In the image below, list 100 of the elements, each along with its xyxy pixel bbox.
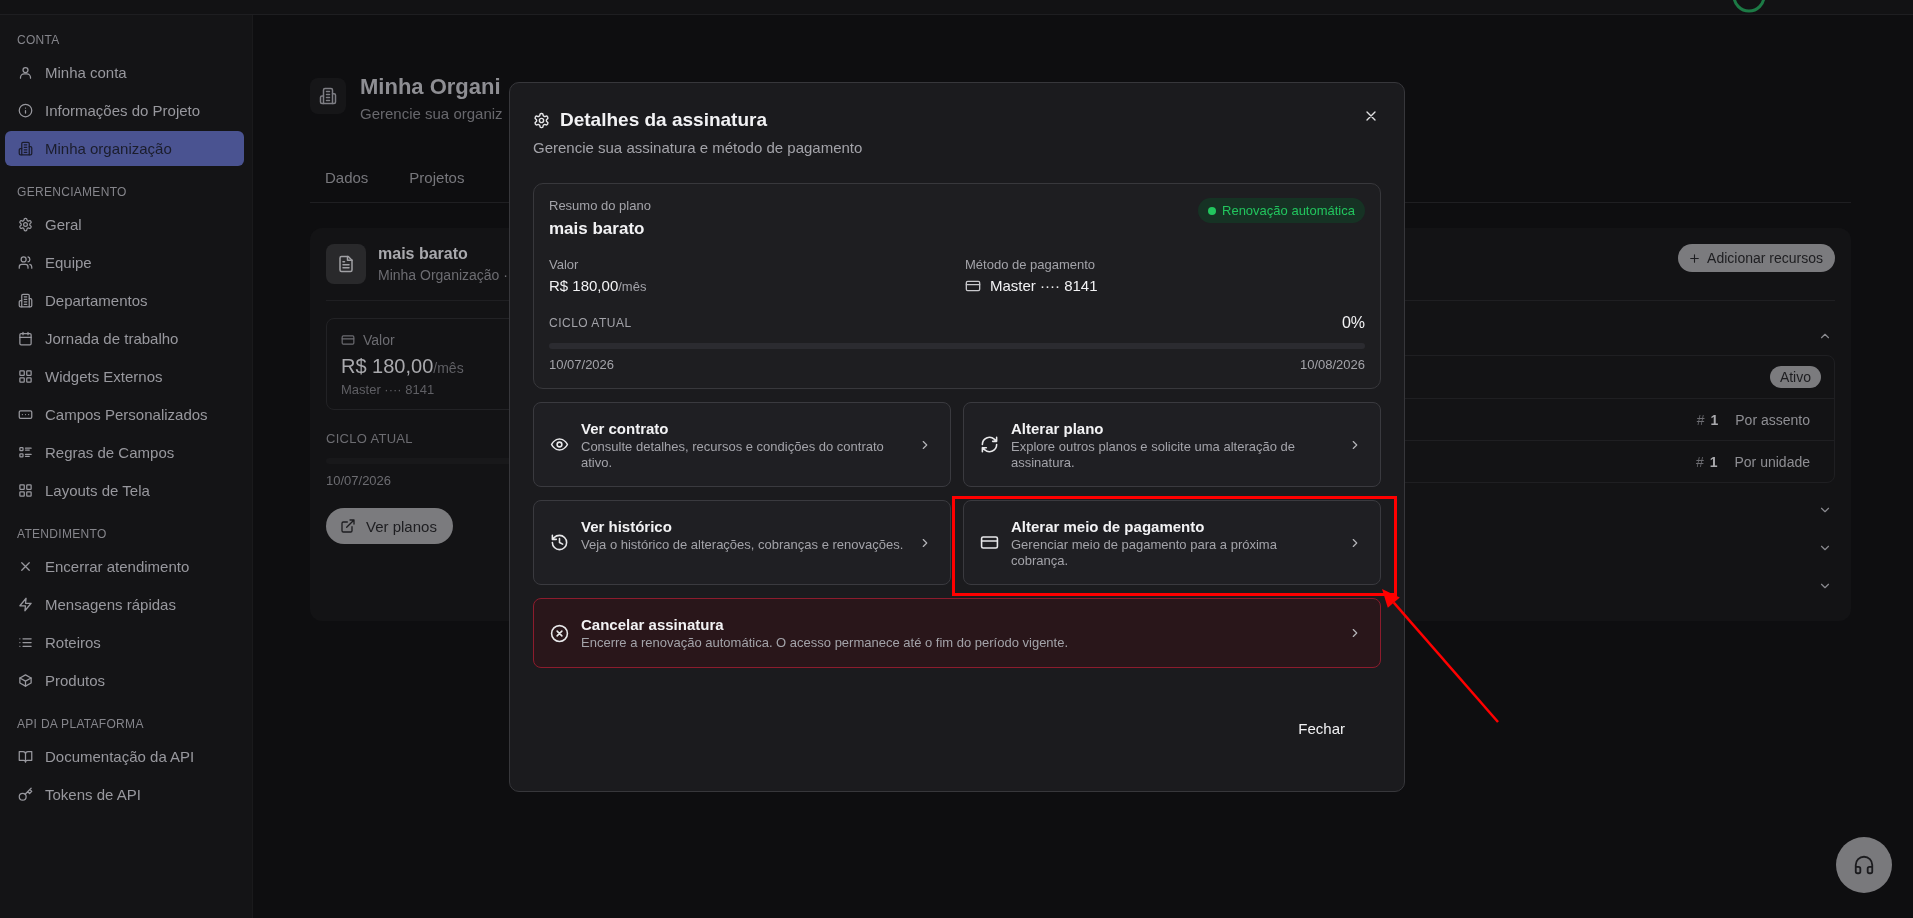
sidebar-item[interactable]: Campos Personalizados bbox=[5, 397, 244, 432]
settings-icon bbox=[533, 111, 550, 129]
close-dialog-button[interactable]: Fechar bbox=[1278, 710, 1365, 746]
action-title: Ver contrato bbox=[581, 419, 670, 439]
user-icon bbox=[18, 65, 33, 80]
page-subtitle: Gerencie sua organiz bbox=[360, 104, 503, 124]
quantity-symbol: # bbox=[1696, 411, 1705, 428]
history-icon bbox=[550, 533, 569, 552]
building-icon bbox=[18, 141, 33, 156]
action-title: Alterar meio de pagamento bbox=[1011, 517, 1206, 537]
box-icon bbox=[18, 673, 33, 688]
action-card[interactable]: Ver histórico Veja o histórico de alterações, cobranças e renovações. bbox=[533, 500, 951, 585]
calendar-icon bbox=[18, 331, 33, 346]
cycle-label: CICLO ATUAL bbox=[326, 431, 413, 447]
status-label: Renovação automática bbox=[1222, 203, 1355, 218]
sidebar-item[interactable]: Equipe bbox=[5, 245, 244, 280]
building-icon bbox=[310, 78, 346, 114]
section-heading: API DA PLATAFORMA bbox=[17, 716, 144, 732]
section-heading: ATENDIMENTO bbox=[17, 526, 107, 542]
lightning-icon bbox=[18, 597, 33, 612]
text-field-icon bbox=[18, 407, 33, 422]
credit-card-icon bbox=[980, 533, 999, 552]
sidebar-item[interactable]: Informações do Projeto bbox=[5, 93, 244, 128]
grid-icon bbox=[18, 369, 33, 384]
quantity-value: 1 bbox=[1709, 453, 1718, 470]
external-link-icon bbox=[340, 518, 356, 534]
payment-method: Master ···· 8141 bbox=[990, 276, 1098, 296]
action-description: Consulte detalhes, recursos e condições do contrato ativo. bbox=[581, 439, 885, 471]
dialog-title: Detalhes da assinatura bbox=[560, 108, 767, 132]
settings-icon bbox=[18, 217, 33, 232]
cycle-end-date: 10/08/2026 bbox=[1299, 357, 1365, 373]
summary-label: Resumo do plano bbox=[549, 198, 651, 214]
billing-type: Por assento bbox=[1735, 411, 1810, 428]
price: R$ 180,00 bbox=[549, 276, 619, 296]
section-heading: GERENCIAMENTO bbox=[17, 184, 127, 200]
eye-icon bbox=[550, 435, 569, 454]
quantity-value: 1 bbox=[1710, 411, 1719, 428]
value-label: Valor bbox=[549, 257, 579, 273]
action-description: Encerre a renovação automática. O acesso permanece até o fim do período vigente. bbox=[581, 635, 1070, 651]
credit-card-icon bbox=[965, 278, 981, 294]
cancel-card[interactable]: Cancelar assinatura Encerre a renovação automática. O acesso permanece até o fim do período vigente. bbox=[533, 598, 1381, 668]
payment-method: Master ···· 8141 bbox=[341, 382, 435, 398]
plan-owner: Minha Organização · bbox=[378, 266, 508, 284]
plus-icon bbox=[1688, 251, 1702, 265]
cycle-percent: 0% bbox=[1341, 315, 1365, 331]
help-button[interactable] bbox=[1836, 837, 1892, 893]
action-card[interactable]: Alterar meio de pagamento Gerenciar meio de pagamento para a próxima cobrança. bbox=[963, 500, 1381, 585]
users-icon bbox=[18, 255, 33, 270]
list-icon bbox=[18, 635, 33, 650]
sidebar-item[interactable]: Produtos bbox=[5, 663, 244, 698]
sidebar-item[interactable]: Encerrar atendimento bbox=[5, 549, 244, 584]
status-badge: Ativo bbox=[1769, 366, 1821, 388]
action-description: Veja o histórico de alterações, cobranças e renovações. bbox=[581, 537, 905, 553]
checklist-icon bbox=[18, 445, 33, 460]
sidebar-item[interactable]: Departamentos bbox=[5, 283, 244, 318]
page-title: Minha Organi bbox=[360, 73, 501, 101]
sidebar-item[interactable]: Documentação da API bbox=[5, 739, 244, 774]
quantity-symbol: # bbox=[1695, 453, 1704, 470]
refresh-icon bbox=[980, 435, 999, 454]
action-title: Ver histórico bbox=[581, 517, 673, 537]
action-description: Explore outros planos e solicite uma alteração de assinatura. bbox=[1011, 439, 1296, 471]
sidebar-item[interactable]: Mensagens rápidas bbox=[5, 587, 244, 622]
tab[interactable]: Dados bbox=[310, 162, 384, 202]
action-title: Alterar plano bbox=[1011, 419, 1105, 439]
headset-icon bbox=[1853, 854, 1875, 876]
tab[interactable]: Projetos bbox=[394, 162, 480, 202]
status-dot-icon bbox=[1208, 206, 1216, 215]
cycle-start-date: 10/07/2026 bbox=[549, 357, 615, 373]
cross-icon bbox=[18, 559, 33, 574]
view-plans-button[interactable]: Ver planos bbox=[326, 508, 453, 544]
sidebar-item[interactable]: Minha conta bbox=[5, 55, 244, 90]
book-icon bbox=[18, 749, 33, 764]
sidebar-item[interactable]: Regras de Campos bbox=[5, 435, 244, 470]
action-card[interactable]: Alterar plano Explore outros planos e solicite uma alteração de assinatura. bbox=[963, 402, 1381, 487]
billing-type: Por unidade bbox=[1734, 453, 1810, 470]
price-period: /mês bbox=[618, 279, 647, 294]
sidebar-item[interactable]: Tokens de API bbox=[5, 777, 244, 812]
dialog-subtitle: Gerencie sua assinatura e método de pagamento bbox=[533, 138, 863, 158]
sidebar-item[interactable]: Layouts de Tela bbox=[5, 473, 244, 508]
document-icon bbox=[326, 244, 366, 284]
building-icon bbox=[18, 293, 33, 308]
price-period: /mês bbox=[433, 360, 464, 376]
cycle-label: CICLO ATUAL bbox=[549, 315, 632, 331]
price: R$ 180,00 bbox=[341, 354, 434, 378]
add-resources-button[interactable]: Adicionar recursos bbox=[1678, 244, 1835, 272]
action-description: Gerenciar meio de pagamento para a próxima cobrança. bbox=[1011, 537, 1278, 569]
action-card[interactable]: Ver contrato Consulte detalhes, recursos e condições do contrato ativo. bbox=[533, 402, 951, 487]
avatar-ring-icon[interactable] bbox=[1732, 0, 1766, 13]
action-title: Cancelar assinatura bbox=[581, 615, 725, 635]
sidebar-item[interactable]: Geral bbox=[5, 207, 244, 242]
credit-card-icon bbox=[341, 333, 355, 347]
sidebar-item[interactable]: Jornada de trabalho bbox=[5, 321, 244, 356]
x-circle-icon bbox=[550, 623, 569, 643]
section-heading: CONTA bbox=[17, 32, 60, 48]
grid-icon bbox=[18, 483, 33, 498]
key-icon bbox=[18, 787, 33, 802]
sidebar-item[interactable]: Widgets Externos bbox=[5, 359, 244, 394]
info-icon bbox=[18, 103, 33, 118]
value-label: Valor bbox=[363, 331, 395, 349]
sidebar-item[interactable]: Roteiros bbox=[5, 625, 244, 660]
